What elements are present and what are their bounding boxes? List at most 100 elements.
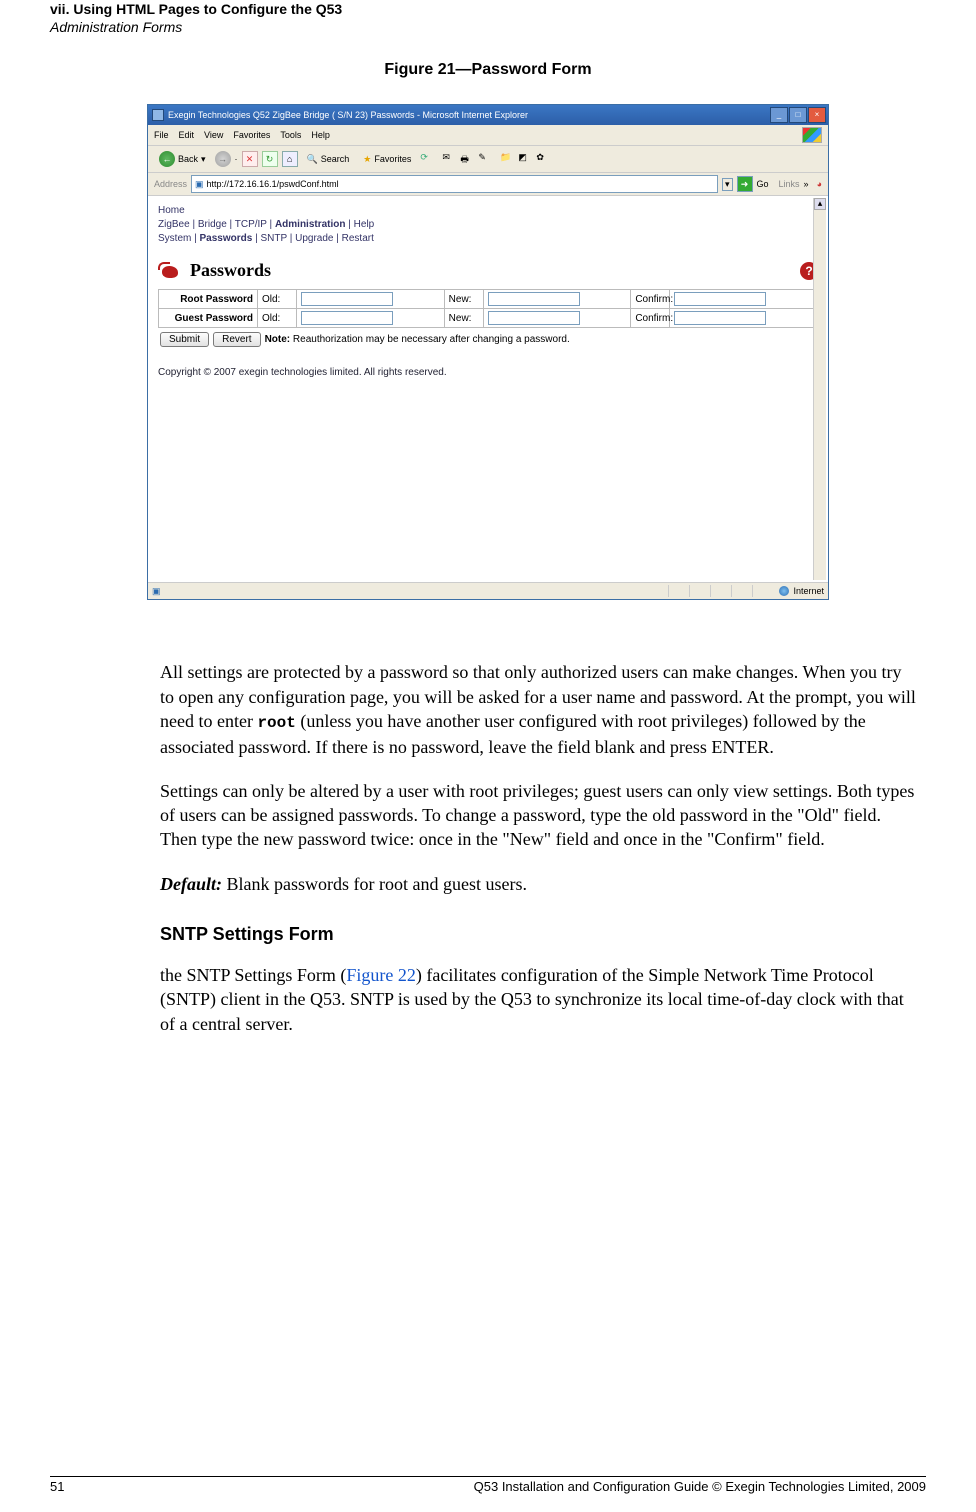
misc-icon-2[interactable]: ✿ — [536, 152, 550, 166]
toolbar: ← Back ▾ → · ✕ ↻ ⌂ 🔍 Search ★ Favorites … — [148, 146, 828, 173]
links-chevron-icon[interactable]: » — [804, 179, 809, 189]
confirm-label-2: Confirm: — [631, 309, 670, 328]
old-label: Old: — [258, 290, 297, 309]
window-titlebar: Exegin Technologies Q52 ZigBee Bridge ( … — [148, 105, 828, 125]
root-literal: root — [257, 714, 295, 732]
nav-admin[interactable]: Administration — [275, 219, 346, 230]
maximize-button[interactable]: □ — [789, 107, 807, 123]
nav-home[interactable]: Home — [158, 205, 185, 216]
root-new-input[interactable] — [488, 292, 580, 306]
menu-tools[interactable]: Tools — [280, 130, 301, 140]
status-page-icon: ▣ — [152, 586, 161, 597]
stop-button[interactable]: ✕ — [242, 151, 258, 167]
revert-button[interactable]: Revert — [213, 332, 260, 347]
figure-22-link[interactable]: Figure 22 — [346, 965, 416, 985]
menu-view[interactable]: View — [204, 130, 223, 140]
sntp-subheading: SNTP Settings Form — [160, 924, 916, 945]
favorites-button[interactable]: ★ Favorites — [358, 152, 416, 167]
address-dropdown-icon[interactable]: ▾ — [722, 178, 733, 191]
ie-app-icon — [152, 109, 164, 121]
links-label[interactable]: Links — [779, 179, 800, 189]
root-password-label: Root Password — [159, 290, 258, 309]
root-old-input[interactable] — [301, 292, 393, 306]
figure-container: Exegin Technologies Q52 ZigBee Bridge ( … — [50, 104, 926, 600]
menu-bar: File Edit View Favorites Tools Help — [148, 125, 828, 146]
nav-zigbee[interactable]: ZigBee — [158, 219, 190, 230]
nav-tcpip[interactable]: TCP/IP — [235, 219, 267, 230]
menu-file[interactable]: File — [154, 130, 169, 140]
address-label: Address — [154, 179, 187, 189]
nav-bridge[interactable]: Bridge — [198, 219, 227, 230]
print-icon[interactable]: 🖶 — [460, 152, 474, 166]
windows-flag-icon — [802, 127, 822, 143]
go-button[interactable]: ➜ — [737, 176, 753, 192]
home-button[interactable]: ⌂ — [282, 151, 298, 167]
header-subtitle: Administration Forms — [50, 18, 926, 36]
misc-icon-1[interactable]: ◩ — [518, 152, 532, 166]
nav-passwords[interactable]: Passwords — [200, 233, 253, 244]
guest-old-input[interactable] — [301, 311, 393, 325]
history-icon[interactable]: ⟳ — [420, 152, 434, 166]
search-label: Search — [321, 154, 350, 164]
note-label: Note: — [265, 334, 291, 345]
nav-restart[interactable]: Restart — [342, 233, 374, 244]
p4-text-a: the SNTP Settings Form ( — [160, 965, 346, 985]
forward-button[interactable]: → — [215, 151, 231, 167]
menu-help[interactable]: Help — [311, 130, 330, 140]
nav-help[interactable]: Help — [354, 219, 375, 230]
site-nav: Home ZigBee | Bridge | TCP/IP | Administ… — [158, 204, 818, 246]
close-button[interactable]: × — [808, 107, 826, 123]
status-bar: ▣ Internet — [148, 582, 828, 599]
back-arrow-icon: ← — [159, 151, 175, 167]
old-label-2: Old: — [258, 309, 297, 328]
new-label: New: — [444, 290, 483, 309]
address-url: http://172.16.16.1/pswdConf.html — [207, 179, 339, 189]
address-input[interactable]: ▣ http://172.16.16.1/pswdConf.html — [191, 175, 718, 193]
paragraph-2: Settings can only be altered by a user w… — [160, 779, 916, 852]
page-title: Passwords — [190, 260, 271, 281]
star-icon: ★ — [363, 154, 371, 165]
nav-upgrade[interactable]: Upgrade — [295, 233, 333, 244]
footer-text: Q53 Installation and Configuration Guide… — [474, 1479, 926, 1494]
toolbar-extra-icon[interactable]: ◕ — [817, 179, 822, 189]
search-button[interactable]: 🔍 Search — [302, 152, 355, 167]
nav-sntp[interactable]: SNTP — [260, 233, 287, 244]
refresh-button[interactable]: ↻ — [262, 151, 278, 167]
page-copyright: Copyright © 2007 exegin technologies lim… — [158, 367, 818, 378]
folder-icon[interactable]: 📁 — [500, 152, 514, 166]
back-label: Back — [178, 154, 198, 164]
minimize-button[interactable]: _ — [770, 107, 788, 123]
password-table: Root Password Old: New: Confirm: Guest P… — [158, 289, 818, 328]
guest-new-input[interactable] — [488, 311, 580, 325]
nav-system[interactable]: System — [158, 233, 191, 244]
root-confirm-input[interactable] — [674, 292, 766, 306]
mail-icon[interactable]: ✉ — [442, 152, 456, 166]
table-row: Guest Password Old: New: Confirm: — [159, 309, 818, 328]
guest-password-label: Guest Password — [159, 309, 258, 328]
confirm-label: Confirm: — [631, 290, 670, 309]
page-content: ▴ Home ZigBee | Bridge | TCP/IP | Admini… — [148, 196, 828, 582]
address-bar: Address ▣ http://172.16.16.1/pswdConf.ht… — [148, 173, 828, 196]
note-text: Reauthorization may be necessary after c… — [290, 334, 570, 345]
chevron-down-icon: ▾ — [201, 154, 206, 165]
scrollbar[interactable]: ▴ — [813, 198, 826, 580]
paragraph-4: the SNTP Settings Form (Figure 22) facil… — [160, 963, 916, 1036]
toolbar-sep: · — [235, 154, 238, 164]
paragraph-1: All settings are protected by a password… — [160, 660, 916, 758]
table-row: Root Password Old: New: Confirm: — [159, 290, 818, 309]
page-header: vii. Using HTML Pages to Configure the Q… — [50, 0, 926, 36]
globe-icon — [779, 586, 789, 596]
paragraph-3: Default: Blank passwords for root and gu… — [160, 872, 916, 896]
page-number: 51 — [50, 1479, 64, 1494]
scroll-up-icon[interactable]: ▴ — [814, 198, 826, 210]
exegin-logo-icon — [158, 262, 182, 280]
submit-button[interactable]: Submit — [160, 332, 209, 347]
go-label: Go — [757, 179, 769, 189]
back-button[interactable]: ← Back ▾ — [154, 149, 211, 169]
favorites-label: Favorites — [374, 154, 411, 164]
edit-icon[interactable]: ✎ — [478, 152, 492, 166]
page-icon: ▣ — [195, 179, 204, 190]
menu-favorites[interactable]: Favorites — [233, 130, 270, 140]
guest-confirm-input[interactable] — [674, 311, 766, 325]
menu-edit[interactable]: Edit — [179, 130, 195, 140]
